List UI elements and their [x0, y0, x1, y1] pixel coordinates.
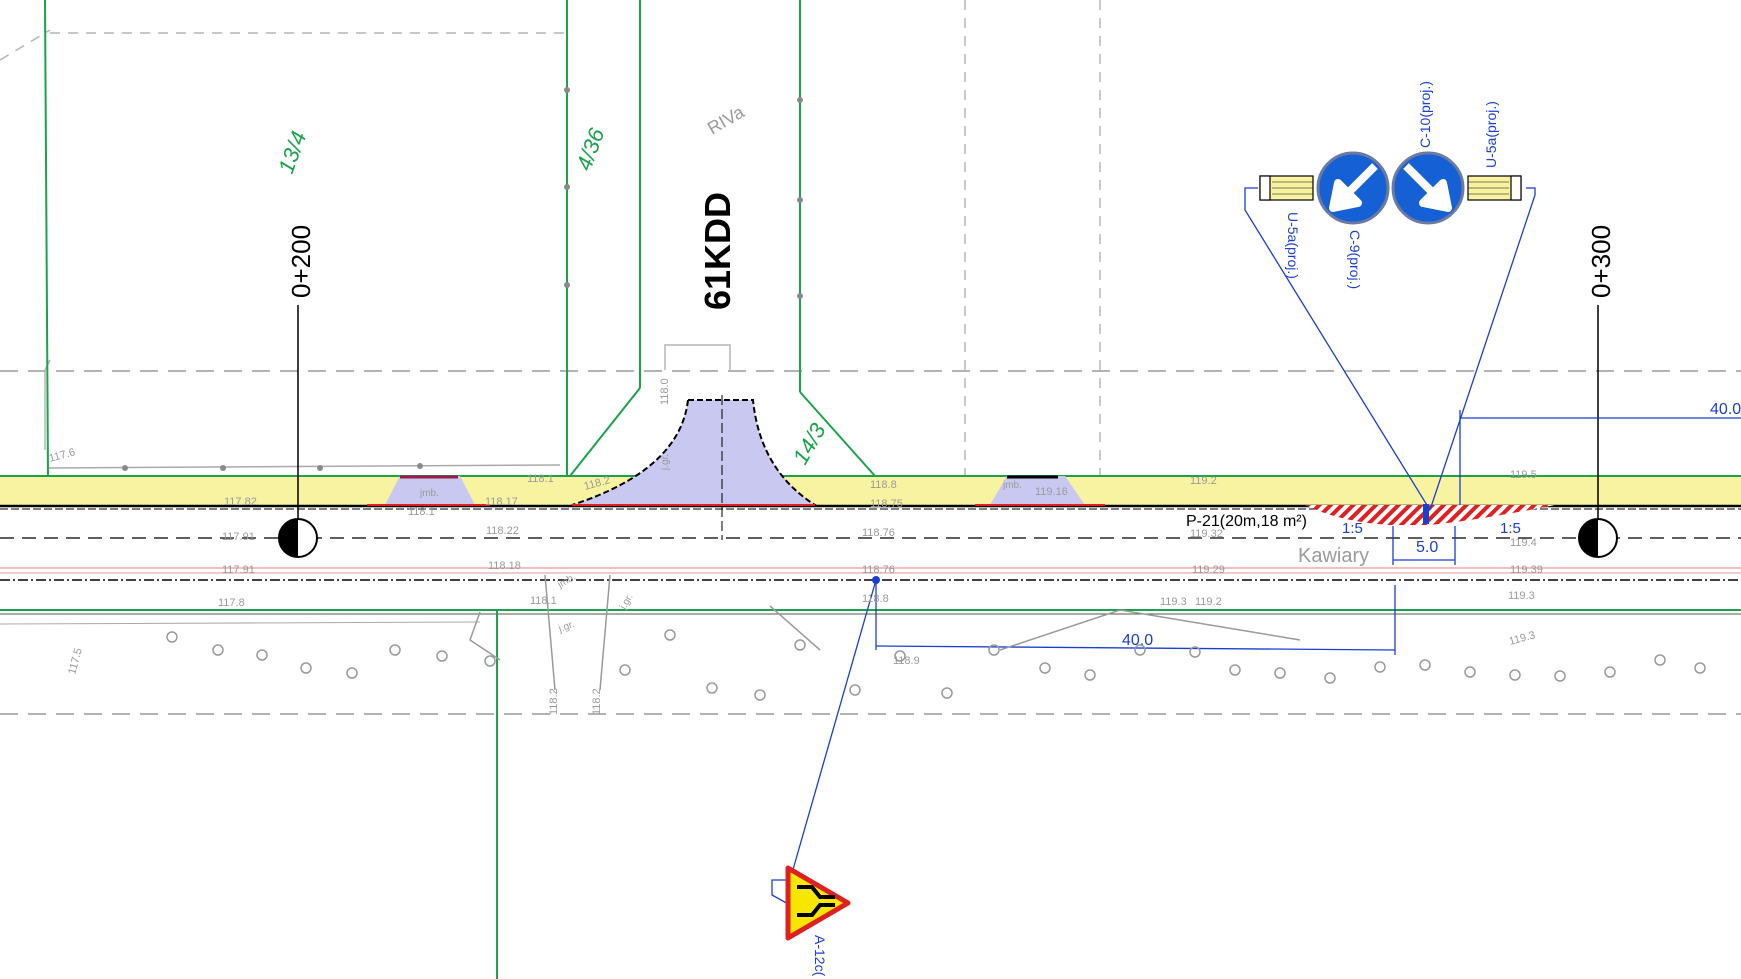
svg-text:119.5: 119.5 [1510, 469, 1537, 481]
svg-text:119.32: 119.32 [1190, 528, 1223, 540]
chainage-label-0-300: 0+300 [1586, 225, 1616, 298]
svg-text:117.91: 117.91 [222, 564, 255, 576]
svg-text:119.4: 119.4 [1510, 537, 1537, 549]
svg-text:118.22: 118.22 [486, 525, 519, 537]
svg-text:119.16: 119.16 [1035, 486, 1068, 498]
svg-text:119.3: 119.3 [1508, 629, 1537, 648]
svg-text:118.76: 118.76 [862, 527, 895, 539]
svg-text:119.29: 119.29 [1192, 564, 1225, 576]
svg-text:118.2: 118.2 [548, 688, 560, 715]
sign-label-u5a-right: U-5a(proj.) [1483, 101, 1499, 168]
street-name: Kawiary [1298, 545, 1369, 567]
sign-u5a-right [1467, 175, 1522, 201]
road-name: 61KDD [697, 192, 738, 310]
dimension-upper-40: 40.0 [1710, 401, 1741, 418]
svg-text:j.gr.: j.gr. [556, 619, 576, 635]
svg-text:118.1: 118.1 [527, 473, 554, 485]
svg-text:117.91: 117.91 [222, 531, 255, 543]
svg-text:118.18: 118.18 [488, 560, 521, 572]
chainage-label-0-200: 0+200 [286, 225, 316, 298]
svg-text:117.5: 117.5 [66, 647, 85, 676]
svg-text:118.75: 118.75 [870, 498, 903, 510]
svg-text:118.8: 118.8 [870, 479, 897, 491]
chainage-marker-0-200 [278, 305, 318, 558]
svg-text:118.8: 118.8 [862, 593, 889, 605]
svg-text:119.2: 119.2 [1190, 475, 1217, 487]
svg-text:j.gr.: j.gr. [660, 454, 671, 471]
svg-text:119.2: 119.2 [1195, 596, 1222, 608]
slope-left: 1:5 [1342, 520, 1363, 537]
dimension-island-width: 5.0 [1416, 539, 1438, 556]
sign-label-c10: C-10(proj.) [1417, 81, 1433, 148]
sign-label-u5a-left: U-5a(proj.) [1285, 212, 1301, 279]
svg-text:119.39: 119.39 [1510, 564, 1543, 576]
svg-text:117.8: 117.8 [218, 597, 245, 609]
chainage-marker-0-300 [1578, 305, 1618, 558]
svg-text:118.0: 118.0 [659, 378, 671, 405]
road-plan-drawing: 0+200 0+300 61KDD RIVa Kawiary 13/4 4/36… [0, 0, 1741, 979]
svg-text:119.3: 119.3 [1160, 596, 1187, 608]
svg-text:jmb.: jmb. [1002, 480, 1022, 491]
sign-label-c9: C-9(proj.) [1347, 230, 1363, 289]
svg-text:jmb.: jmb. [555, 572, 578, 591]
svg-text:jmb.: jmb. [419, 488, 439, 499]
sign-u5a-left [1259, 175, 1314, 201]
roadway-lines [0, 537, 1741, 625]
svg-text:117.6: 117.6 [48, 446, 77, 465]
svg-text:118.2: 118.2 [591, 688, 603, 715]
svg-text:118.9: 118.9 [893, 655, 920, 667]
svg-text:119.3: 119.3 [1508, 590, 1535, 602]
svg-text:118.1: 118.1 [408, 506, 435, 518]
svg-text:117.82: 117.82 [224, 496, 257, 508]
slope-right: 1:5 [1500, 520, 1521, 537]
parcel-label-14-3: 14/3 [788, 418, 831, 468]
svg-text:118.17: 118.17 [485, 496, 518, 508]
sign-label-a12c: A-12c( [812, 935, 828, 977]
parcel-label-13-4: 13/4 [273, 128, 311, 177]
vegetation-symbols [166, 574, 1706, 701]
sign-c10 [1391, 151, 1465, 225]
faint-road-label: RIVa [704, 101, 748, 138]
svg-text:118.76: 118.76 [862, 564, 895, 576]
existing-boundaries [0, 0, 1741, 715]
sign-c9 [1316, 151, 1390, 225]
sign-a12c [785, 865, 851, 941]
parcel-label-4-36: 4/36 [571, 124, 609, 174]
svg-text:118.1: 118.1 [530, 595, 557, 607]
